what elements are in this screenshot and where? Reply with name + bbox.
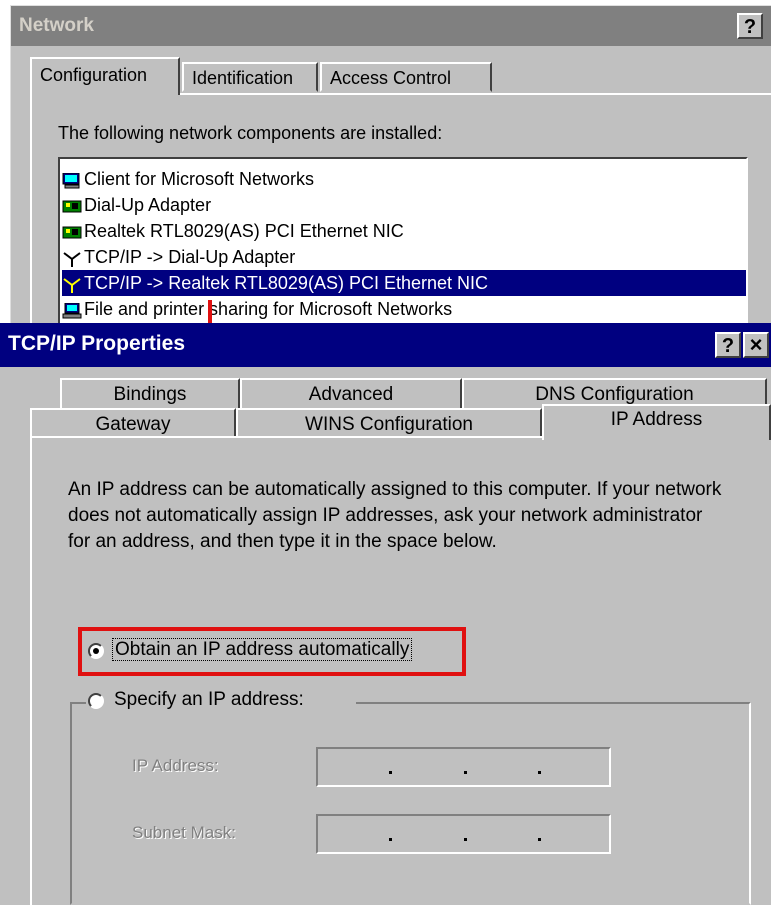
file-sharing-icon <box>62 300 82 319</box>
tab-strip-edge <box>180 93 771 95</box>
tab-wins-configuration[interactable]: WINS Configuration <box>236 408 542 438</box>
component-label: Dial-Up Adapter <box>84 195 212 215</box>
components-label: The following network components are ins… <box>58 123 443 143</box>
tab-access-control[interactable]: Access Control <box>320 62 492 92</box>
network-help-button[interactable]: ? <box>737 13 763 39</box>
component-label: Realtek RTL8029(AS) PCI Ethernet NIC <box>84 221 404 241</box>
network-title-bar[interactable]: Network ? <box>11 6 771 46</box>
tab-advanced[interactable]: Advanced <box>240 378 462 410</box>
network-adapter-icon <box>62 196 82 213</box>
list-item[interactable]: Realtek RTL8029(AS) PCI Ethernet NIC <box>62 218 746 244</box>
tab-identification-label: Identification <box>192 68 294 88</box>
tcpip-title: TCP/IP Properties <box>8 332 186 355</box>
specify-ip-text: Specify an IP address: <box>114 689 304 710</box>
tab-ip-address[interactable]: IP Address <box>542 404 771 440</box>
ip-address-input <box>316 747 611 787</box>
computer-icon <box>62 170 82 189</box>
close-icon: × <box>749 332 763 357</box>
list-item[interactable]: File and printer sharing for Microsoft N… <box>62 296 746 322</box>
protocol-icon <box>62 248 82 268</box>
tab-gateway[interactable]: Gateway <box>30 408 236 438</box>
component-label: Client for Microsoft Networks <box>84 169 315 189</box>
list-item[interactable]: TCP/IP -> Dial-Up Adapter <box>62 244 746 270</box>
protocol-icon <box>62 274 82 294</box>
tcpip-title-bar[interactable]: TCP/IP Properties ? × <box>0 323 771 367</box>
octet-separator <box>464 838 467 841</box>
ip-address-label: IP Address: <box>132 756 219 775</box>
octet-separator <box>389 838 392 841</box>
radio-button-checked[interactable] <box>88 643 104 659</box>
octet-separator <box>389 771 392 774</box>
component-label: TCP/IP -> Dial-Up Adapter <box>84 247 296 267</box>
octet-separator <box>538 771 541 774</box>
ip-description: An IP address can be automatically assig… <box>68 479 722 552</box>
components-list[interactable]: Client for Microsoft Networks Dial-Up Ad… <box>58 157 748 327</box>
tab-configuration[interactable]: Configuration <box>30 57 180 95</box>
subnet-mask-field <box>316 814 611 854</box>
tab-advanced-label: Advanced <box>308 384 394 405</box>
tab-dns-configuration-label: DNS Configuration <box>535 384 694 405</box>
tcpip-close-button[interactable]: × <box>743 332 769 358</box>
tab-strip-edge <box>30 436 542 438</box>
list-item[interactable]: Dial-Up Adapter <box>62 192 746 218</box>
tab-configuration-label: Configuration <box>40 65 148 85</box>
tab-ip-address-label: IP Address <box>610 409 703 430</box>
tab-bindings-label: Bindings <box>113 384 187 405</box>
tab-gateway-label: Gateway <box>95 414 171 435</box>
tab-identification[interactable]: Identification <box>182 62 318 92</box>
tab-bindings[interactable]: Bindings <box>60 378 240 410</box>
tab-access-control-label: Access Control <box>330 68 452 88</box>
component-label: File and printer sharing for Microsoft N… <box>84 299 453 319</box>
network-title: Network <box>19 15 94 36</box>
octet-separator <box>538 838 541 841</box>
octet-separator <box>464 771 467 774</box>
ip-address-field <box>316 747 611 787</box>
radio-dot-icon <box>93 648 99 654</box>
component-label: TCP/IP -> Realtek RTL8029(AS) PCI Ethern… <box>84 273 488 293</box>
panel-left-edge <box>30 95 32 325</box>
network-adapter-icon <box>62 222 82 239</box>
list-item-selected[interactable]: TCP/IP -> Realtek RTL8029(AS) PCI Ethern… <box>62 270 746 296</box>
subnet-mask-label: Subnet Mask: <box>132 823 236 842</box>
specify-ip-group <box>70 702 751 905</box>
tab-wins-configuration-label: WINS Configuration <box>305 414 473 435</box>
help-icon: ? <box>743 16 757 38</box>
specify-ip-label[interactable]: Specify an IP address: <box>114 689 304 711</box>
tcpip-help-button[interactable]: ? <box>715 332 741 358</box>
list-item[interactable]: Client for Microsoft Networks <box>62 166 746 192</box>
help-icon: ? <box>721 335 735 357</box>
panel-left-edge <box>30 436 32 905</box>
obtain-ip-label[interactable]: Obtain an IP address automatically <box>112 638 413 661</box>
radio-button[interactable] <box>88 693 104 709</box>
subnet-mask-input <box>316 814 611 854</box>
obtain-ip-text: Obtain an IP address automatically <box>112 638 413 661</box>
